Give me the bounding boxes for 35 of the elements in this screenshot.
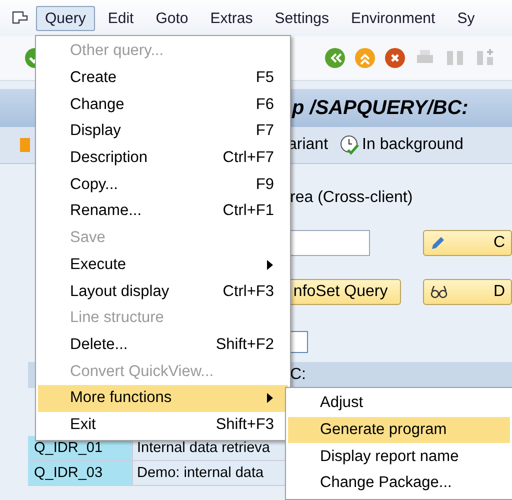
pencil-icon <box>430 235 446 251</box>
menubar-item[interactable]: Edit <box>98 6 143 30</box>
menubar-item[interactable]: Extras <box>201 6 262 30</box>
description-button[interactable]: D <box>423 279 512 305</box>
menu-item[interactable]: Display F7 <box>38 118 288 145</box>
menu-item[interactable]: Create F5 <box>38 64 288 92</box>
menu-item[interactable]: Rename... Ctrl+F1 <box>38 198 288 225</box>
menu-item[interactable]: Execute <box>38 252 288 278</box>
menubar-item[interactable]: Goto <box>146 6 198 30</box>
menu-item[interactable]: Delete... Shift+F2 <box>38 332 288 358</box>
toolbar-button[interactable]: In background <box>362 136 464 154</box>
menubar-item[interactable]: Sy <box>448 6 484 30</box>
menu-item[interactable]: Description Ctrl+F7 <box>38 144 288 172</box>
cancel-icon[interactable] <box>384 47 406 69</box>
change-button[interactable]: C <box>423 230 512 256</box>
clock-icon <box>340 135 360 155</box>
menubar-item[interactable]: Environment <box>342 6 444 30</box>
query-area-label: rea (Cross-client) <box>290 189 413 207</box>
back-icon[interactable] <box>324 47 346 69</box>
table-cell: Q_IDR_03 <box>28 461 133 486</box>
menubar-item[interactable]: Settings <box>266 6 338 30</box>
column-header: C: <box>290 366 306 384</box>
menu-item[interactable]: Layout display Ctrl+F3 <box>38 278 288 305</box>
window-title: p /SAPQUERY/BC: <box>292 96 468 120</box>
menu-item[interactable]: Copy... F9 <box>38 171 288 198</box>
menu-item[interactable]: More functions <box>38 384 288 412</box>
menu-item[interactable]: Change F6 <box>38 91 288 118</box>
glasses-icon <box>430 285 448 299</box>
menubar-item[interactable]: Query <box>36 6 95 30</box>
menu-icon[interactable] <box>12 11 28 25</box>
up-icon[interactable] <box>354 47 376 69</box>
info-button[interactable] <box>290 331 308 353</box>
menu-item[interactable]: Exit Shift+F3 <box>38 412 288 438</box>
menu-item[interactable]: Generate program <box>288 416 510 444</box>
menu-item[interactable]: Adjust <box>288 390 510 417</box>
